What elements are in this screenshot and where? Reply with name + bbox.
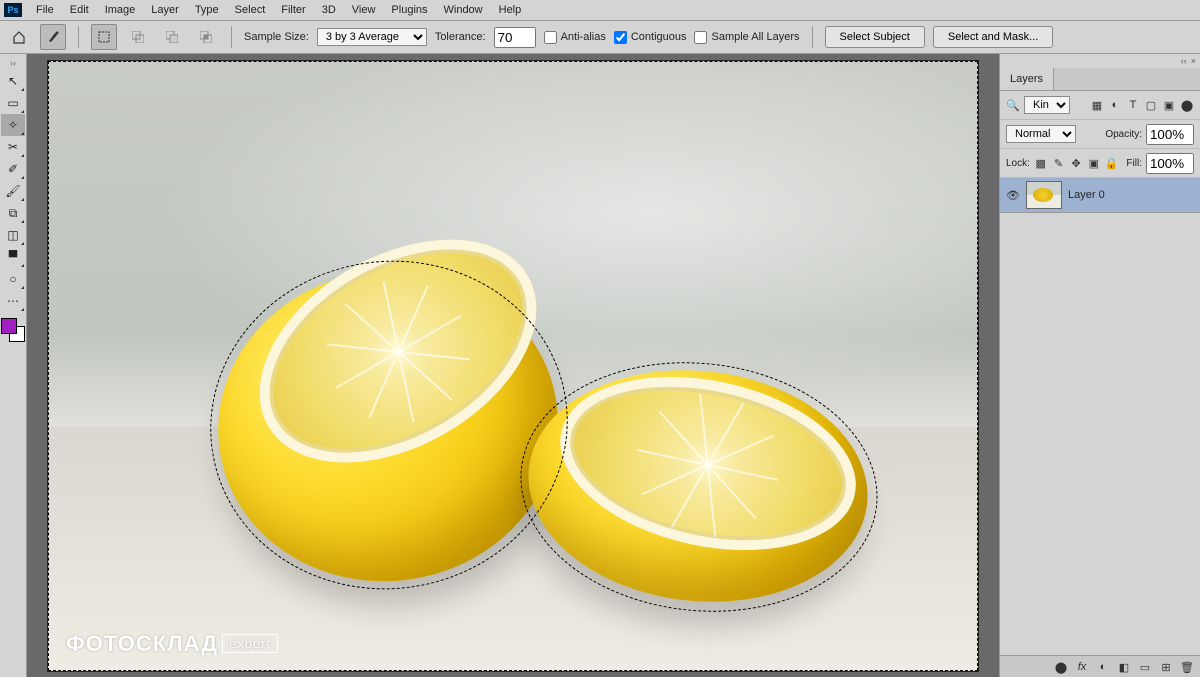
foreground-color[interactable]	[1, 318, 17, 334]
select-subject-button[interactable]: Select Subject	[825, 26, 925, 48]
tolerance-input[interactable]	[494, 27, 536, 48]
dodge-tool[interactable]: ○	[1, 268, 25, 290]
filter-kind-select[interactable]: Kind	[1024, 96, 1070, 114]
options-bar: Sample Size: 3 by 3 Average Tolerance: A…	[0, 21, 1200, 54]
lock-position-icon[interactable]: ✥	[1069, 156, 1083, 170]
menu-layer[interactable]: Layer	[143, 0, 187, 20]
left-toolbar: ›› ↖▭✧✂✐🖌⧉◫▀○⋯	[0, 54, 27, 677]
menu-window[interactable]: Window	[436, 0, 491, 20]
menu-3d[interactable]: 3D	[314, 0, 344, 20]
mask-icon[interactable]: ◐	[1096, 660, 1110, 674]
watermark: ФОТОСКЛАДexpert	[66, 631, 278, 657]
sample-size-select[interactable]: 3 by 3 Average	[317, 28, 427, 46]
menu-select[interactable]: Select	[227, 0, 274, 20]
filter-adjust-icon[interactable]: ◐	[1108, 98, 1122, 112]
layer-thumbnail[interactable]	[1026, 181, 1062, 209]
magic-wand-tool[interactable]: ✧	[1, 114, 25, 136]
group-icon[interactable]: ▭	[1138, 660, 1152, 674]
app-logo: Ps	[4, 3, 22, 17]
layers-tab[interactable]: Layers	[1000, 68, 1200, 91]
link-layers-icon[interactable]: ⬤	[1054, 660, 1068, 674]
marquee-tool[interactable]: ▭	[1, 92, 25, 114]
fx-icon[interactable]: fx	[1075, 660, 1089, 674]
right-dock: ‹‹ × Layers 🔍 Kind ▦ ◐ T ▢ ▣ ⬤ Normal Opa…	[999, 54, 1200, 677]
filter-type-icon[interactable]: T	[1126, 98, 1140, 112]
menu-edit[interactable]: Edit	[62, 0, 97, 20]
layers-footer: ⬤ fx ◐ ◧ ▭ ⊞ 🗑	[1000, 655, 1200, 677]
sample-all-checkbox[interactable]: Sample All Layers	[694, 31, 799, 44]
filter-pixel-icon[interactable]: ▦	[1090, 98, 1104, 112]
more-tools[interactable]: ⋯	[1, 290, 25, 312]
fill-input[interactable]	[1146, 153, 1194, 174]
lock-fill-row: Lock: ▩ ✎ ✥ ▣ 🔒 Fill:	[1000, 149, 1200, 178]
brush-tool[interactable]: 🖌	[1, 180, 25, 202]
collapse-icon: ‹‹	[1181, 56, 1187, 66]
dock-controls[interactable]: ‹‹ ×	[1000, 54, 1200, 68]
clone-tool[interactable]: ⧉	[1, 202, 25, 224]
layer-row[interactable]: 👁 Layer 0	[1000, 178, 1200, 213]
search-icon: 🔍	[1006, 98, 1020, 112]
menu-plugins[interactable]: Plugins	[383, 0, 435, 20]
contiguous-checkbox[interactable]: Contiguous	[614, 31, 687, 44]
workspace: ›› ↖▭✧✂✐🖌⧉◫▀○⋯ ФОТОСКЛАДexpert ‹‹× Layer…	[0, 54, 1200, 677]
menu-help[interactable]: Help	[491, 0, 530, 20]
lock-transparency-icon[interactable]: ▩	[1034, 156, 1048, 170]
move-tool[interactable]: ↖	[1, 70, 25, 92]
color-swatches[interactable]	[1, 318, 25, 342]
crop-tool[interactable]: ✂	[1, 136, 25, 158]
menu-filter[interactable]: Filter	[273, 0, 313, 20]
blend-opacity-row: Normal Opacity:	[1000, 120, 1200, 149]
sample-size-label: Sample Size:	[244, 31, 309, 43]
lock-all-icon[interactable]: 🔒	[1105, 156, 1119, 170]
menu-file[interactable]: File	[28, 0, 62, 20]
menubar: Ps FileEditImageLayerTypeSelectFilter3DV…	[0, 0, 1200, 21]
home-button[interactable]	[6, 24, 32, 50]
layer-name[interactable]: Layer 0	[1068, 189, 1105, 201]
eraser-tool[interactable]: ◫	[1, 224, 25, 246]
visibility-icon[interactable]: 👁	[1006, 188, 1020, 202]
menu-image[interactable]: Image	[97, 0, 144, 20]
filter-toggle-icon[interactable]: ⬤	[1180, 98, 1194, 112]
anti-alias-checkbox[interactable]: Anti-alias	[544, 31, 606, 44]
gradient-tool[interactable]: ▀	[1, 246, 25, 268]
lock-pixels-icon[interactable]: ✎	[1052, 156, 1066, 170]
intersect-selection-icon[interactable]	[193, 24, 219, 50]
filter-smart-icon[interactable]: ▣	[1162, 98, 1176, 112]
close-icon: ×	[1191, 56, 1196, 66]
new-selection-icon[interactable]	[91, 24, 117, 50]
canvas-area[interactable]: ФОТОСКЛАДexpert	[27, 54, 999, 677]
opacity-input[interactable]	[1146, 124, 1194, 145]
select-and-mask-button[interactable]: Select and Mask...	[933, 26, 1054, 48]
adjustment-icon[interactable]: ◧	[1117, 660, 1131, 674]
add-selection-icon[interactable]	[125, 24, 151, 50]
tool-preset-icon[interactable]	[40, 24, 66, 50]
menu-view[interactable]: View	[344, 0, 384, 20]
tolerance-label: Tolerance:	[435, 31, 486, 43]
menu-type[interactable]: Type	[187, 0, 227, 20]
subtract-selection-icon[interactable]	[159, 24, 185, 50]
blend-mode-select[interactable]: Normal	[1006, 125, 1076, 143]
layer-filter-row: 🔍 Kind ▦ ◐ T ▢ ▣ ⬤	[1000, 91, 1200, 120]
eyedropper-tool[interactable]: ✐	[1, 158, 25, 180]
delete-icon[interactable]: 🗑	[1180, 660, 1194, 674]
document-canvas[interactable]: ФОТОСКЛАДexpert	[48, 61, 978, 671]
filter-shape-icon[interactable]: ▢	[1144, 98, 1158, 112]
toolbar-grip-icon[interactable]: ››	[10, 58, 16, 70]
lock-artboard-icon[interactable]: ▣	[1087, 156, 1101, 170]
new-layer-icon[interactable]: ⊞	[1159, 660, 1173, 674]
